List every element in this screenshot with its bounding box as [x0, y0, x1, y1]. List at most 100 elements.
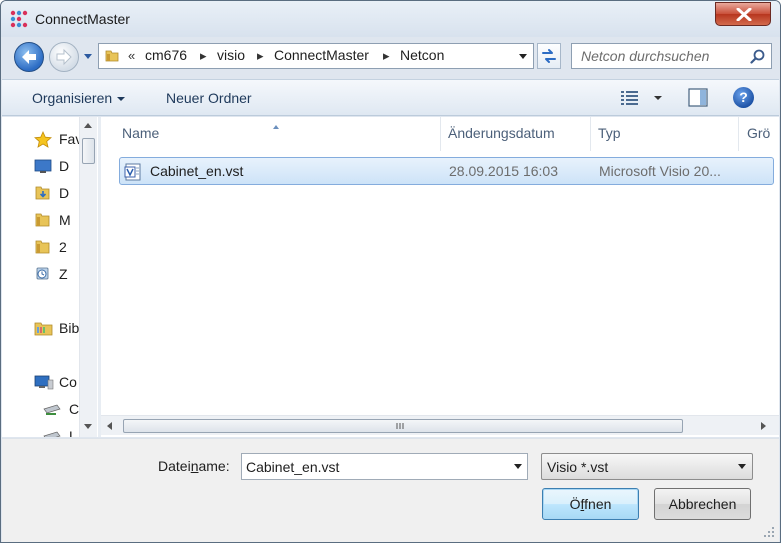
search-box[interactable] — [571, 43, 772, 69]
filename-label: Dateiname: — [158, 458, 230, 474]
nav-item-m[interactable]: M — [2, 209, 80, 231]
scroll-up-arrow-icon[interactable] — [84, 123, 92, 128]
nav-item-computer[interactable]: Co — [2, 371, 80, 393]
close-button[interactable] — [715, 2, 771, 26]
scroll-right-arrow-icon[interactable] — [761, 422, 766, 430]
open-label-part: Ö — [569, 496, 581, 512]
nav-item-desktop[interactable]: D — [2, 155, 80, 177]
nav-item-downloads[interactable]: D — [2, 182, 80, 204]
scrollbar-thumb[interactable] — [123, 419, 683, 433]
forward-arrow-icon — [56, 48, 72, 66]
navpane-vertical-scrollbar[interactable] — [79, 117, 97, 437]
sort-ascending-icon — [273, 125, 279, 129]
column-header-name[interactable]: Name — [101, 117, 441, 151]
computer-icon — [34, 375, 54, 390]
column-header-label: Name — [122, 125, 160, 141]
nav-item-label: Co — [59, 374, 77, 390]
folder-icon — [35, 240, 50, 254]
address-dropdown-icon[interactable] — [518, 53, 528, 60]
address-bar[interactable]: « cm676 ▸ visio ▸ ConnectMaster ▸ Netcon — [98, 43, 534, 69]
breadcrumb-connectmaster[interactable]: ConnectMaster — [274, 47, 369, 63]
file-list: Name Änderungsdatum Typ Grö Cabinet_en.v… — [101, 117, 779, 437]
nav-item-label: M — [59, 212, 71, 228]
column-header-label: Typ — [598, 125, 621, 141]
file-type-filter-value: Visio *.vst — [547, 459, 609, 475]
file-row[interactable]: Cabinet_en.vst 28.09.2015 16:03 Microsof… — [119, 157, 774, 185]
nav-item-network-drive[interactable]: C — [2, 398, 80, 420]
chevron-down-icon[interactable] — [514, 464, 522, 469]
scrollbar-grip-icon — [396, 423, 404, 429]
chevron-down-icon — [117, 97, 126, 101]
navigation-bar: « cm676 ▸ visio ▸ ConnectMaster ▸ Netcon — [1, 37, 780, 77]
nav-item-label: L — [69, 428, 77, 437]
forward-button[interactable] — [49, 42, 79, 72]
nav-item-label: D — [59, 185, 70, 201]
nav-item-recent-places[interactable]: Z — [2, 263, 80, 285]
open-button[interactable]: Öffnen — [542, 488, 639, 520]
breadcrumb-separator[interactable]: ▸ — [200, 48, 207, 64]
close-icon — [736, 8, 752, 21]
scroll-down-arrow-icon[interactable] — [84, 424, 92, 429]
cancel-button[interactable]: Abbrechen — [654, 488, 751, 520]
nav-item-libraries[interactable]: Bib — [2, 317, 80, 339]
filename-label-part: Datei — [158, 458, 191, 474]
column-header-label: Änderungsdatum — [448, 125, 555, 141]
breadcrumb-netcon[interactable]: Netcon — [400, 47, 444, 63]
details-view-icon[interactable] — [620, 89, 640, 107]
nav-item-label: D — [59, 158, 70, 174]
column-header-type[interactable]: Typ — [591, 117, 739, 151]
breadcrumb-visio[interactable]: visio — [217, 47, 245, 63]
nav-item-favorites[interactable]: Fav — [2, 128, 82, 150]
nav-item-drive[interactable]: L — [2, 425, 80, 437]
recent-pages-dropdown-icon[interactable] — [83, 53, 93, 61]
preview-pane-icon[interactable] — [688, 88, 708, 107]
refresh-icon — [542, 49, 556, 63]
navigation-pane: Fav D D M 2 Z Bib Co C L — [2, 117, 98, 437]
folder-icon — [35, 213, 50, 227]
dialog-footer: Dateiname: Visio *.vst Öffnen Abbrechen — [2, 438, 779, 542]
breadcrumb-separator[interactable]: ▸ — [257, 48, 264, 64]
breadcrumb-overflow[interactable]: « — [128, 48, 135, 63]
star-icon — [34, 131, 52, 148]
file-type-filter-select[interactable]: Visio *.vst — [541, 453, 753, 480]
title-bar[interactable]: ConnectMaster — [1, 1, 780, 37]
search-icon[interactable] — [750, 49, 765, 64]
visio-file-icon — [124, 163, 141, 181]
column-header-date[interactable]: Änderungsdatum — [441, 117, 591, 151]
refresh-button[interactable] — [537, 43, 561, 69]
filename-combobox[interactable] — [241, 453, 528, 480]
nav-item-2[interactable]: 2 — [2, 236, 80, 258]
nav-item-label: 2 — [59, 239, 67, 255]
scrollbar-thumb[interactable] — [82, 138, 95, 164]
nav-item-label: Bib — [59, 320, 80, 336]
connectmaster-app-icon — [10, 10, 28, 28]
resize-grip-icon[interactable] — [762, 525, 776, 539]
folder-icon — [105, 50, 119, 62]
nav-item-label: C — [69, 401, 80, 417]
file-date: 28.09.2015 16:03 — [449, 163, 558, 179]
back-button[interactable] — [14, 42, 44, 72]
filelist-horizontal-scrollbar[interactable] — [101, 415, 779, 435]
recent-places-icon — [36, 267, 49, 280]
filename-label-part: ame: — [198, 458, 230, 474]
breadcrumb-cm676[interactable]: cm676 — [145, 47, 187, 63]
downloads-folder-icon — [35, 186, 50, 200]
window-title: ConnectMaster — [35, 11, 130, 27]
desktop-icon — [34, 159, 52, 173]
network-drive-icon — [43, 404, 61, 415]
command-toolbar: Organisieren Neuer Ordner ? — [2, 79, 779, 116]
view-options-dropdown-icon[interactable] — [654, 96, 662, 100]
chevron-down-icon — [738, 464, 746, 469]
search-input[interactable] — [572, 44, 744, 68]
libraries-icon — [34, 322, 53, 336]
breadcrumb-separator[interactable]: ▸ — [383, 48, 390, 64]
nav-item-label: Z — [59, 266, 68, 282]
help-icon[interactable]: ? — [733, 87, 754, 108]
scroll-left-arrow-icon[interactable] — [107, 422, 112, 430]
file-name: Cabinet_en.vst — [150, 163, 244, 179]
new-folder-button[interactable]: Neuer Ordner — [166, 90, 252, 106]
organize-menu-button[interactable]: Organisieren — [32, 90, 126, 106]
file-type: Microsoft Visio 20... — [599, 163, 721, 179]
filename-input[interactable] — [242, 454, 504, 479]
column-header-size[interactable]: Grö — [739, 117, 779, 151]
